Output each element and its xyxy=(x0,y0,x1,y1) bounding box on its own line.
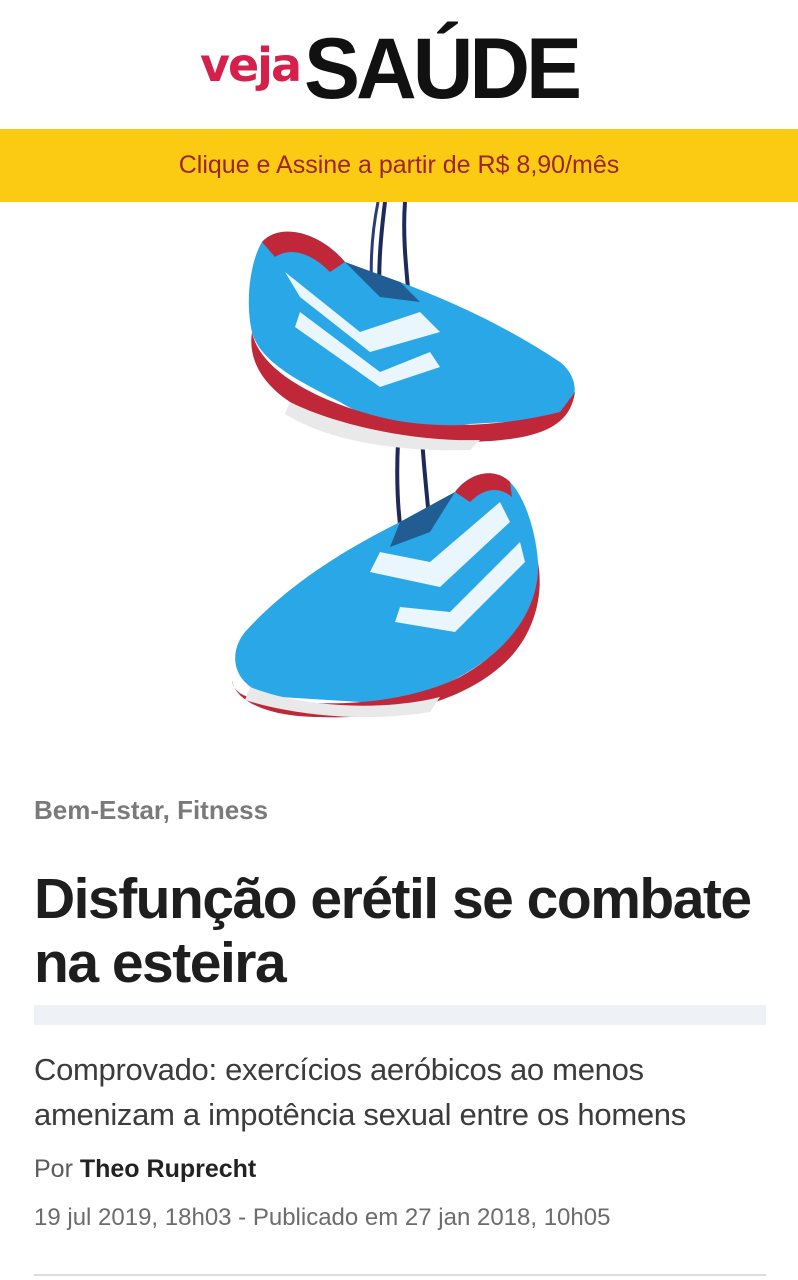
author-name[interactable]: Theo Ruprecht xyxy=(80,1155,256,1183)
category-separator: , xyxy=(162,795,178,825)
logo-veja-text: veja xyxy=(200,38,302,92)
article-subtitle: Comprovado: exercícios aeróbicos ao meno… xyxy=(34,1052,686,1132)
article-dateline: 19 jul 2019, 18h03 - Publicado em 27 jan… xyxy=(34,1204,611,1231)
hero-image xyxy=(0,202,798,762)
article-byline: Por Theo Ruprecht xyxy=(34,1155,766,1184)
article-headline: Disfunção erétil se combate na esteira xyxy=(34,867,752,995)
category-link-fitness[interactable]: Fitness xyxy=(177,795,268,825)
byline-prefix: Por xyxy=(34,1155,80,1183)
category-link-bem-estar[interactable]: Bem-Estar xyxy=(34,795,163,825)
site-logo[interactable]: veja SAÚDE xyxy=(200,19,582,117)
subscribe-banner-label: Clique e Assine a partir de R$ 8,90/mês xyxy=(178,151,620,179)
running-shoes-image xyxy=(232,202,576,718)
bottom-divider xyxy=(34,1274,766,1276)
logo-saude-text: SAÚDE xyxy=(304,19,582,117)
bottom-shoe xyxy=(232,473,540,718)
headline-divider xyxy=(34,1005,766,1025)
article: Bem-Estar, Fitness Disfunção erétil se c… xyxy=(34,795,766,1232)
top-shoe xyxy=(248,231,576,451)
article-categories: Bem-Estar, Fitness xyxy=(34,795,766,835)
site-header: veja SAÚDE xyxy=(0,0,798,129)
subscribe-banner[interactable]: Clique e Assine a partir de R$ 8,90/mês xyxy=(0,129,798,202)
